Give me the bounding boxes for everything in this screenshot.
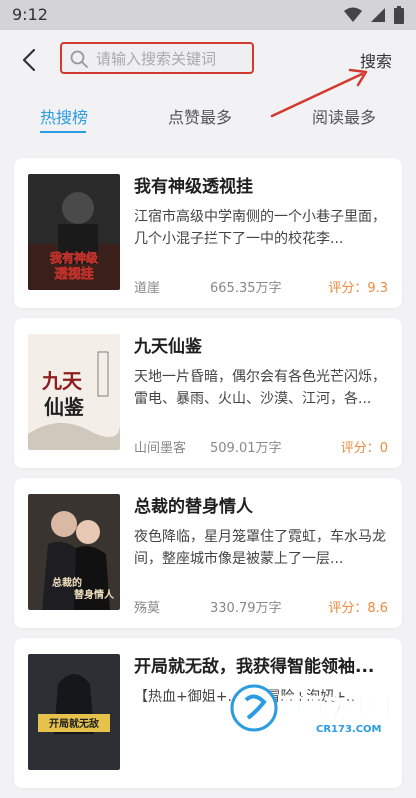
book-score: 评分：9.3	[328, 281, 388, 296]
watermark-text: 西西软件园	[280, 694, 390, 720]
tab-most-read[interactable]: 阅读最多	[312, 104, 376, 128]
book-author: 山间墨客	[134, 441, 187, 456]
wifi-icon	[344, 7, 362, 22]
book-title: 九天仙鉴	[134, 337, 202, 357]
book-description: 天地一片昏暗，偶尔会有各色光芒闪烁，雷电、暴雨、火山、沙漠、江河，各...	[134, 369, 386, 407]
active-tab-indicator	[40, 131, 86, 133]
book-score: 评分：0	[340, 441, 388, 456]
book-card[interactable]: 总裁的 替身情人 总裁的替身情人 夜色降临，星月笼罩住了霓虹，车水马龙间，整座城…	[14, 478, 402, 628]
battery-icon	[394, 6, 404, 24]
svg-text:替身情人: 替身情人	[74, 588, 115, 601]
book-cover: 开局就无敌	[28, 654, 120, 770]
search-input[interactable]	[94, 46, 248, 72]
watermark-subtext: CR173.COM	[316, 724, 382, 735]
book-card[interactable]: 我有神级 透视挂 我有神级透视挂 江宿市高级中学南侧的一个小巷子里面，几个小混子…	[14, 158, 402, 308]
book-title: 我有神级透视挂	[134, 177, 253, 197]
chevron-left-icon	[22, 48, 36, 72]
ranking-tabs: 热搜榜 点赞最多 阅读最多	[0, 98, 416, 138]
back-button[interactable]	[18, 48, 42, 72]
svg-text:透视挂: 透视挂	[54, 266, 93, 282]
status-time: 9:12	[12, 5, 48, 24]
status-bar: 9:12	[0, 0, 416, 30]
book-score: 评分：8.6	[328, 601, 388, 616]
book-cover: 九天 仙鉴	[28, 334, 120, 450]
book-cover: 总裁的 替身情人	[28, 494, 120, 610]
book-word-count: 330.79万字	[210, 601, 282, 616]
book-description: 夜色降临，星月笼罩住了霓虹，车水马龙间，整座城市像是被蒙上了一层...	[134, 529, 386, 567]
status-icons	[344, 6, 404, 24]
book-word-count: 509.01万字	[210, 441, 282, 456]
tab-hot-search[interactable]: 热搜榜	[40, 104, 88, 128]
svg-text:开局就无敌: 开局就无敌	[49, 717, 99, 730]
search-field[interactable]	[60, 42, 254, 74]
watermark-logo: 西西软件园 CR173.COM	[220, 672, 416, 740]
book-description: 江宿市高级中学南侧的一个小巷子里面，几个小混子拦下了一中的校花李...	[134, 209, 386, 247]
book-cover: 我有神级 透视挂	[28, 174, 120, 290]
book-author: 道崖	[134, 281, 161, 296]
svg-text:九天: 九天	[41, 369, 83, 393]
signal-icon	[371, 8, 385, 22]
book-author: 殇莫	[134, 601, 161, 616]
svg-text:仙鉴: 仙鉴	[44, 395, 85, 419]
book-word-count: 665.35万字	[210, 281, 282, 296]
book-title: 总裁的替身情人	[134, 497, 253, 517]
book-card[interactable]: 九天 仙鉴 九天仙鉴 天地一片昏暗，偶尔会有各色光芒闪烁，雷电、暴雨、火山、沙漠…	[14, 318, 402, 468]
svg-text:总裁的: 总裁的	[52, 576, 82, 589]
search-icon	[70, 50, 88, 68]
svg-text:我有神级: 我有神级	[50, 250, 98, 265]
tab-most-liked[interactable]: 点赞最多	[168, 104, 232, 128]
